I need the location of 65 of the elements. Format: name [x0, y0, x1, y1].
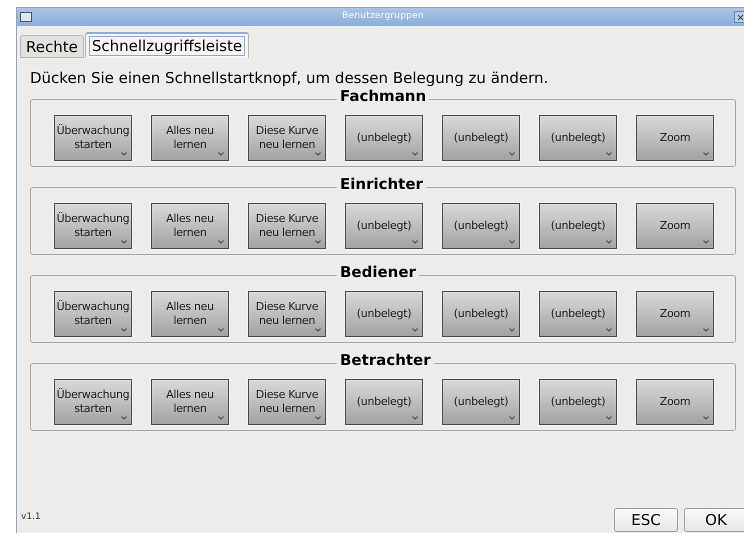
window-title: Benutzergruppen	[341, 10, 425, 24]
quick-launch-button[interactable]: Überwachung starten	[54, 379, 132, 425]
quick-launch-button[interactable]: (unbelegt)	[345, 115, 423, 161]
caret-icon	[315, 240, 321, 244]
quick-launch-button[interactable]: Überwachung starten	[54, 291, 132, 337]
caret-icon	[509, 328, 515, 332]
quick-launch-button[interactable]: Diese Kurve neu lernen	[248, 379, 326, 425]
caret-icon	[412, 152, 418, 156]
quick-launch-button[interactable]: Alles neu lernen	[151, 203, 229, 249]
caret-icon	[509, 152, 515, 156]
caret-icon	[121, 240, 127, 244]
tab[interactable]: Schnellzugriffsleiste	[84, 32, 250, 58]
caret-icon	[703, 240, 709, 244]
caret-icon	[412, 416, 418, 420]
caret-icon	[606, 152, 612, 156]
quick-launch-button[interactable]: (unbelegt)	[442, 115, 520, 161]
close-icon[interactable]	[734, 11, 744, 23]
quick-launch-button[interactable]: (unbelegt)	[442, 291, 520, 337]
caret-icon	[412, 328, 418, 332]
caret-icon	[218, 152, 224, 156]
quick-launch-button[interactable]: Zoom	[636, 291, 714, 337]
caret-icon	[509, 240, 515, 244]
quick-launch-button[interactable]: Zoom	[636, 115, 714, 161]
tab[interactable]: Rechte	[20, 35, 84, 58]
quick-launch-button[interactable]: Alles neu lernen	[151, 379, 229, 425]
caret-icon	[218, 240, 224, 244]
quick-launch-button[interactable]: (unbelegt)	[539, 203, 617, 249]
quick-launch-button[interactable]: Alles neu lernen	[151, 291, 229, 337]
quick-launch-button[interactable]: Diese Kurve neu lernen	[248, 115, 326, 161]
quick-launch-button[interactable]: (unbelegt)	[442, 379, 520, 425]
quick-launch-button[interactable]: Zoom	[636, 203, 714, 249]
quick-launch-button[interactable]: Überwachung starten	[54, 115, 132, 161]
quick-launch-button[interactable]: (unbelegt)	[539, 379, 617, 425]
quick-launch-button[interactable]: (unbelegt)	[442, 203, 520, 249]
dialog-button[interactable]: OK	[684, 508, 744, 532]
caret-icon	[315, 152, 321, 156]
quick-launch-button[interactable]: Diese Kurve neu lernen	[248, 291, 326, 337]
caret-icon	[509, 416, 515, 420]
quick-launch-button[interactable]: Alles neu lernen	[151, 115, 229, 161]
caret-icon	[121, 152, 127, 156]
caret-icon	[412, 240, 418, 244]
caret-icon	[606, 328, 612, 332]
caret-icon	[315, 416, 321, 420]
dialog-button[interactable]: ESC	[614, 508, 678, 532]
caret-icon	[703, 152, 709, 156]
quick-launch-button[interactable]: (unbelegt)	[345, 379, 423, 425]
quick-launch-button[interactable]: Zoom	[636, 379, 714, 425]
instruction-text: Dücken Sie einen Schnellstartknopf, um dessen Belegung zu ändern.	[30, 68, 550, 88]
version-label: v1.1	[21, 510, 41, 524]
window-icon	[20, 12, 32, 22]
caret-icon	[218, 328, 224, 332]
quick-launch-button[interactable]: Überwachung starten	[54, 203, 132, 249]
caret-icon	[218, 416, 224, 420]
quick-launch-button[interactable]: (unbelegt)	[345, 291, 423, 337]
quick-launch-button[interactable]: (unbelegt)	[345, 203, 423, 249]
caret-icon	[606, 416, 612, 420]
caret-icon	[121, 328, 127, 332]
quick-launch-button[interactable]: Diese Kurve neu lernen	[248, 203, 326, 249]
caret-icon	[703, 328, 709, 332]
caret-icon	[703, 416, 709, 420]
caret-icon	[606, 240, 612, 244]
caret-icon	[315, 328, 321, 332]
quick-launch-button[interactable]: (unbelegt)	[539, 291, 617, 337]
caret-icon	[121, 416, 127, 420]
quick-launch-button[interactable]: (unbelegt)	[539, 115, 617, 161]
